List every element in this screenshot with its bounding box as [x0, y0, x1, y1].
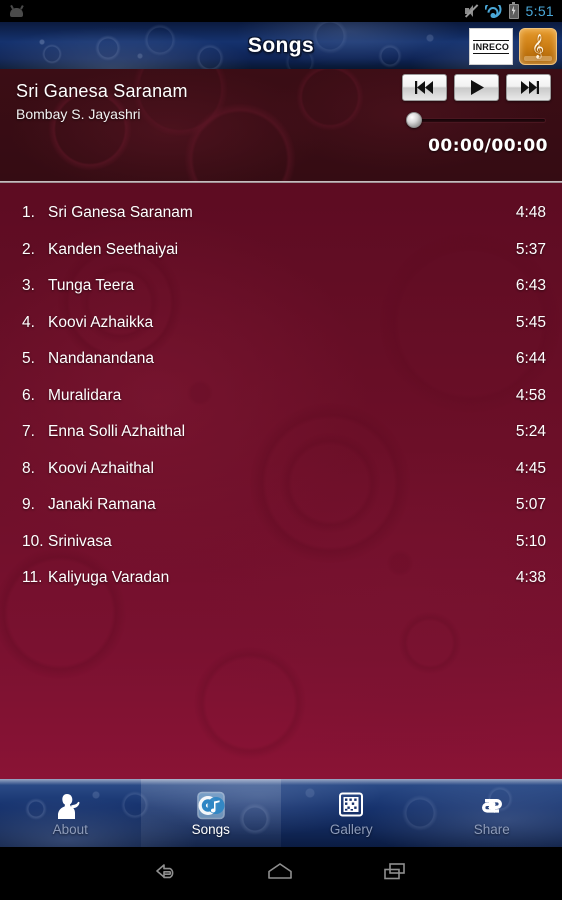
- android-logo-icon: [8, 5, 25, 17]
- song-duration: 4:45: [515, 459, 546, 477]
- next-button[interactable]: [506, 74, 551, 101]
- android-status-bar: 5:51: [0, 0, 562, 22]
- status-bar-system-icons: 5:51: [464, 1, 554, 19]
- song-title: Enna Solli Azhaithal: [48, 423, 186, 441]
- song-row[interactable]: 3. Tunga Teera 6:43: [0, 268, 562, 305]
- song-duration: 6:44: [515, 350, 546, 368]
- battery-charging-icon: [508, 1, 519, 19]
- song-row[interactable]: 4. Koovi Azhaikka 5:45: [0, 305, 562, 342]
- song-row[interactable]: 6. Muralidara 4:58: [0, 378, 562, 415]
- status-bar-notifications: [8, 5, 25, 17]
- song-number: 1.: [22, 204, 35, 222]
- song-rows: 1. Sri Ganesa Saranam 4:48 2. Kanden Seethai…: [0, 183, 562, 597]
- time-display: 00:00/00:00: [428, 136, 548, 156]
- song-number: 11.: [22, 569, 43, 587]
- song-title: Muralidara: [48, 386, 122, 404]
- photo-grid-icon: [335, 791, 367, 821]
- playback-controls: [402, 74, 551, 101]
- song-row[interactable]: 10. Srinivasa 5:10: [0, 524, 562, 561]
- inreco-logo-label: INRECO: [472, 39, 510, 54]
- song-duration: 4:58: [515, 386, 546, 404]
- now-playing-artist: Bombay S. Jayashri: [16, 106, 141, 122]
- player-bar: Sri Ganesa Saranam Bombay S. Jayashri 00…: [0, 69, 562, 181]
- play-button[interactable]: [454, 74, 499, 101]
- logo-band: [524, 56, 552, 61]
- now-playing-title: Sri Ganesa Saranam: [16, 81, 188, 101]
- song-duration: 5:07: [515, 496, 546, 514]
- tab-songs[interactable]: Songs: [140, 779, 281, 847]
- tab-share-label: Share: [473, 822, 510, 837]
- tab-gallery[interactable]: Gallery: [281, 779, 422, 847]
- song-title: Kaliyuga Varadan: [48, 569, 170, 587]
- song-title: Srinivasa: [48, 532, 112, 550]
- song-row[interactable]: 7. Enna Solli Azhaithal 5:24: [0, 414, 562, 451]
- song-row[interactable]: 11. Kaliyuga Varadan 4:38: [0, 560, 562, 597]
- song-number: 7.: [22, 423, 35, 441]
- home-icon[interactable]: [263, 859, 297, 888]
- song-number: 5.: [22, 350, 35, 368]
- song-number: 4.: [22, 313, 35, 331]
- song-row[interactable]: 1. Sri Ganesa Saranam 4:48: [0, 195, 562, 232]
- song-number: 9.: [22, 496, 35, 514]
- app-screen: 5:51 Songs INRECO 𝄞 Sri Ganesa Saranam B…: [0, 0, 562, 900]
- treble-clef-icon: 𝄞: [531, 35, 545, 58]
- song-duration: 6:43: [515, 277, 546, 295]
- song-title: Nandanandana: [48, 350, 155, 368]
- mute-icon: [464, 4, 478, 18]
- song-title: Kanden Seethaiyai: [48, 240, 179, 258]
- next-track-icon: [520, 81, 539, 94]
- song-number: 8.: [22, 459, 35, 477]
- song-row[interactable]: 2. Kanden Seethaiyai 5:37: [0, 232, 562, 269]
- song-title: Janaki Ramana: [48, 496, 156, 514]
- seek-track: [415, 118, 546, 123]
- inreco-logo[interactable]: INRECO: [469, 28, 513, 65]
- tab-about[interactable]: About: [0, 779, 141, 847]
- tab-share[interactable]: Share: [422, 779, 562, 847]
- music-disc-icon: [195, 791, 227, 821]
- song-number: 2.: [22, 240, 35, 258]
- play-icon: [470, 80, 484, 95]
- song-duration: 5:45: [515, 313, 546, 331]
- song-duration: 5:37: [515, 240, 546, 258]
- song-title: Koovi Azhaikka: [48, 313, 154, 331]
- song-row[interactable]: 5. Nandanandana 6:44: [0, 341, 562, 378]
- song-title: Sri Ganesa Saranam: [48, 204, 193, 222]
- song-duration: 4:48: [515, 204, 546, 222]
- song-duration: 4:38: [515, 569, 546, 587]
- singer-silhouette-icon: [54, 791, 86, 821]
- previous-track-icon: [414, 81, 433, 94]
- song-number: 10.: [22, 532, 44, 550]
- tab-about-label: About: [52, 822, 88, 837]
- song-row[interactable]: 9. Janaki Ramana 5:07: [0, 487, 562, 524]
- song-title: Tunga Teera: [48, 277, 135, 295]
- song-list[interactable]: 1. Sri Ganesa Saranam 4:48 2. Kanden Seethai…: [0, 183, 562, 779]
- song-number: 3.: [22, 277, 35, 295]
- previous-button[interactable]: [402, 74, 447, 101]
- wifi-icon: [484, 4, 502, 18]
- song-duration: 5:24: [515, 423, 546, 441]
- seek-bar[interactable]: [406, 112, 546, 128]
- song-title: Koovi Azhaithal: [48, 459, 154, 477]
- recent-apps-icon[interactable]: [379, 859, 411, 888]
- album-app-logo[interactable]: 𝄞: [519, 28, 557, 65]
- song-row[interactable]: 8. Koovi Azhaithal 4:45: [0, 451, 562, 488]
- header-logos: INRECO 𝄞: [469, 28, 557, 65]
- song-duration: 5:10: [515, 532, 546, 550]
- song-number: 6.: [22, 386, 35, 404]
- app-header: Songs INRECO 𝄞: [0, 22, 562, 69]
- seek-thumb[interactable]: [406, 112, 422, 128]
- status-bar-clock: 5:51: [525, 3, 554, 19]
- share-arrows-icon: [476, 791, 508, 821]
- tab-songs-label: Songs: [191, 822, 230, 837]
- tab-gallery-label: Gallery: [329, 822, 373, 837]
- back-arrow-icon[interactable]: [151, 859, 181, 888]
- bottom-tab-bar: About Songs Gallery Share: [0, 779, 562, 847]
- android-nav-bar: [0, 847, 562, 900]
